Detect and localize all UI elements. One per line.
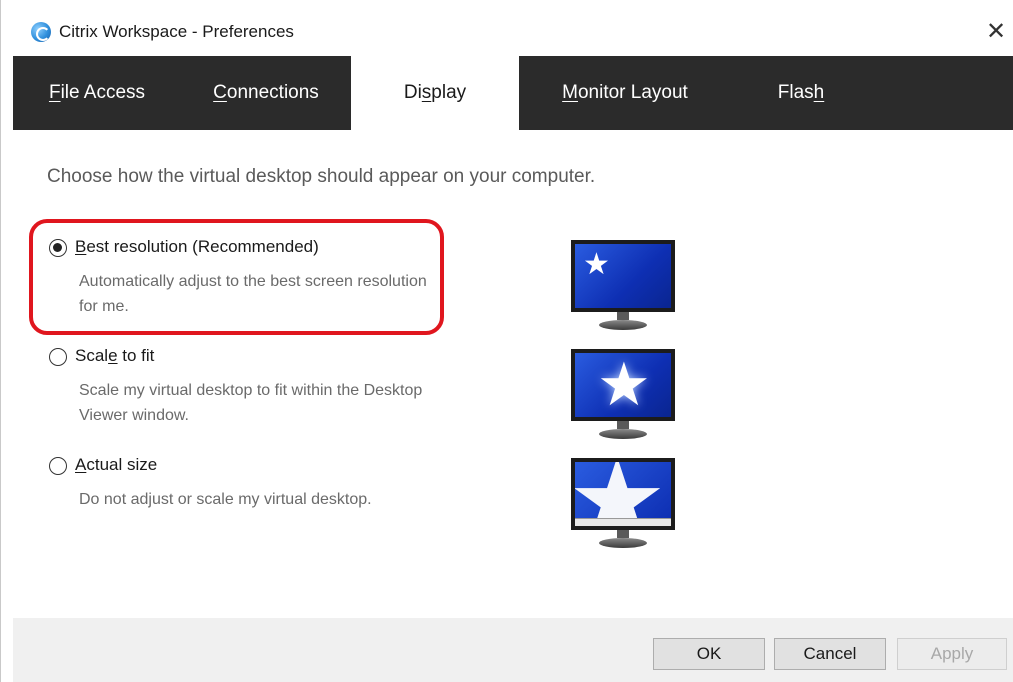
label-part: to fit bbox=[117, 346, 155, 365]
option-label[interactable]: Actual size bbox=[75, 455, 157, 475]
highlight-annotation bbox=[29, 219, 444, 335]
tab-label-part: Di bbox=[403, 82, 422, 103]
dialog-footer: OK Cancel Apply bbox=[13, 618, 1013, 682]
tab-mnemonic: h bbox=[813, 82, 825, 103]
monitor-neck bbox=[617, 312, 629, 320]
monitor-neck bbox=[617, 530, 629, 538]
title-bar: Citrix Workspace - Preferences ✕ bbox=[1, 0, 1013, 56]
star-icon: ★ bbox=[597, 353, 651, 417]
tab-mnemonic: s bbox=[421, 82, 432, 103]
taskbar bbox=[575, 518, 671, 526]
monitor-screen: ★ bbox=[575, 244, 671, 308]
tab-monitor-layout[interactable]: Monitor Layout bbox=[519, 56, 731, 130]
display-intro-text: Choose how the virtual desktop should ap… bbox=[47, 166, 596, 187]
monitor-neck bbox=[617, 421, 629, 429]
close-icon[interactable]: ✕ bbox=[982, 16, 1010, 46]
tab-display[interactable]: Display bbox=[351, 56, 519, 130]
label-part: ctual size bbox=[86, 455, 158, 474]
label-part: Scal bbox=[75, 346, 109, 365]
monitor-base bbox=[599, 429, 647, 439]
monitor-screen: ★ bbox=[575, 353, 671, 417]
tab-strip: File Access Connections Display Monitor … bbox=[13, 56, 1013, 130]
radio-scale-to-fit[interactable] bbox=[49, 348, 67, 366]
monitor-frame: ★ bbox=[571, 349, 675, 421]
option-label[interactable]: Scale to fit bbox=[75, 346, 154, 366]
monitor-frame: ★ bbox=[571, 240, 675, 312]
tab-label-part: ile Access bbox=[60, 82, 146, 103]
option-description: Do not adjust or scale my virtual deskto… bbox=[79, 491, 372, 508]
monitor-scale-to-fit-icon: ★ bbox=[571, 349, 675, 445]
monitor-screen: ★ bbox=[575, 462, 671, 526]
cancel-button[interactable]: Cancel bbox=[774, 638, 886, 670]
tab-connections[interactable]: Connections bbox=[181, 56, 351, 130]
option-description: Scale my virtual desktop to fit within t… bbox=[79, 382, 423, 424]
monitor-actual-size-icon: ★ bbox=[571, 458, 675, 554]
radio-actual-size[interactable] bbox=[49, 457, 67, 475]
monitor-base bbox=[599, 538, 647, 548]
monitor-base bbox=[599, 320, 647, 330]
tab-mnemonic: C bbox=[213, 82, 227, 103]
star-icon: ★ bbox=[583, 247, 610, 282]
tab-label-part: Flas bbox=[777, 82, 814, 103]
tab-label-part: play bbox=[431, 82, 467, 103]
tab-label-part: onitor Layout bbox=[577, 82, 688, 103]
preferences-window: Citrix Workspace - Preferences ✕ File Ac… bbox=[0, 0, 1013, 682]
tab-mnemonic: F bbox=[48, 82, 61, 103]
ok-button[interactable]: OK bbox=[653, 638, 765, 670]
tab-flash[interactable]: Flash bbox=[731, 56, 871, 130]
apply-button: Apply bbox=[897, 638, 1007, 670]
citrix-app-icon bbox=[31, 22, 51, 42]
monitor-best-resolution-icon: ★ bbox=[571, 240, 675, 336]
star-icon: ★ bbox=[575, 462, 667, 526]
tab-label-part: onnections bbox=[226, 82, 319, 103]
tab-mnemonic: M bbox=[562, 82, 578, 103]
window-title: Citrix Workspace - Preferences bbox=[59, 22, 294, 41]
label-mnemonic: A bbox=[75, 455, 87, 474]
label-mnemonic: e bbox=[108, 346, 118, 365]
monitor-frame: ★ bbox=[571, 458, 675, 530]
tab-file-access[interactable]: File Access bbox=[13, 56, 181, 130]
